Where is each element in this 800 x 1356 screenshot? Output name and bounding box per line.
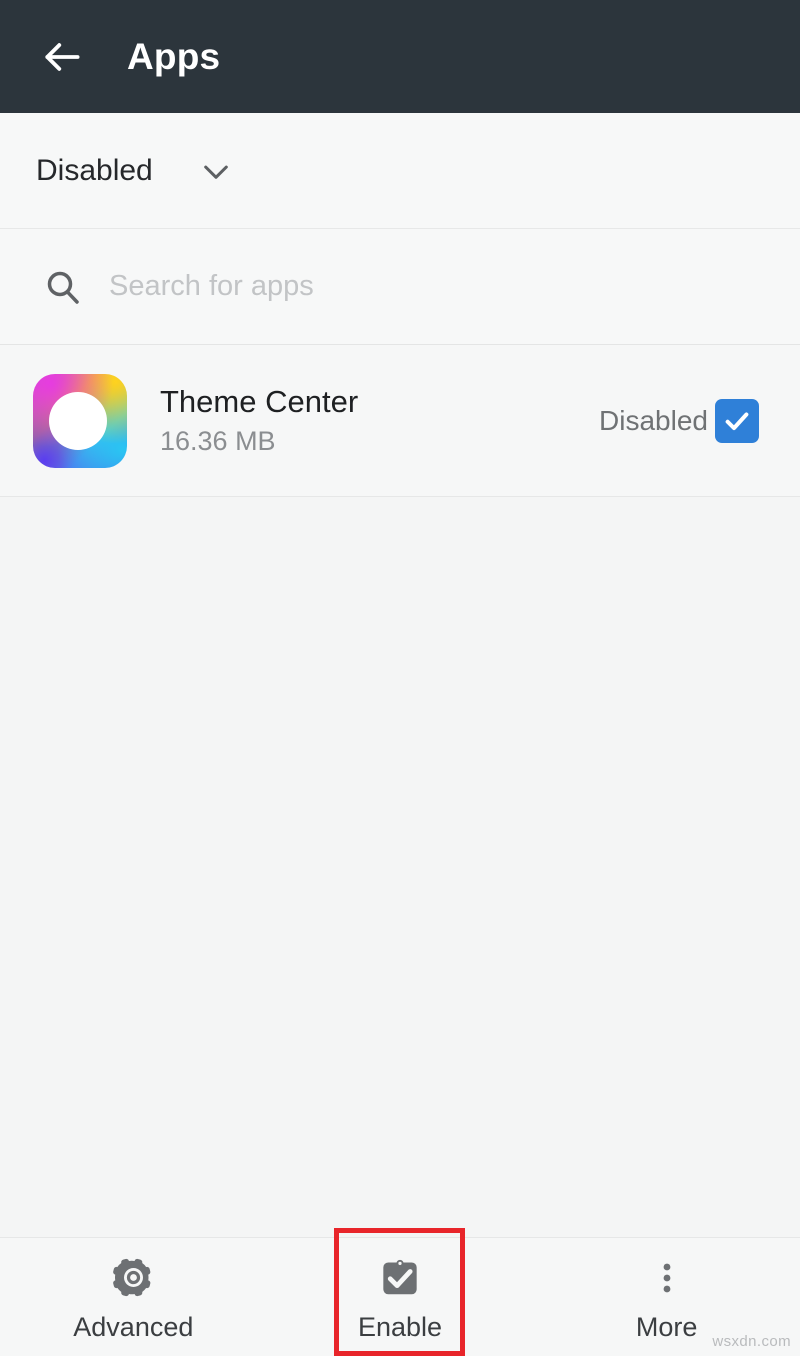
advanced-button[interactable]: Advanced <box>0 1238 267 1356</box>
apps-settings-screen: Apps Disabled Theme Center 16.36 MB <box>0 0 800 1356</box>
overflow-menu-icon <box>647 1254 687 1302</box>
theme-center-app-icon <box>33 373 127 468</box>
filter-dropdown[interactable]: Disabled <box>0 113 800 229</box>
enable-button[interactable]: Enable <box>267 1238 534 1356</box>
list-item[interactable]: Theme Center 16.36 MB Disabled <box>0 345 800 497</box>
app-status-label: Disabled <box>599 404 708 436</box>
page-title: Apps <box>127 36 221 77</box>
app-list: Theme Center 16.36 MB Disabled <box>0 345 800 497</box>
search-input[interactable] <box>109 266 800 307</box>
app-select-checkbox[interactable] <box>715 398 759 443</box>
arrow-left-icon <box>40 35 84 79</box>
enable-button-label: Enable <box>357 1311 443 1342</box>
app-icon-inner-circle <box>49 391 107 450</box>
chevron-down-icon <box>197 152 235 190</box>
back-button[interactable] <box>30 25 94 89</box>
clipboard-check-icon <box>377 1254 423 1302</box>
filter-dropdown-label: Disabled <box>36 153 153 187</box>
advanced-button-label: Advanced <box>73 1311 194 1342</box>
search-bar[interactable] <box>0 229 800 345</box>
watermark: wsxdn.com <box>712 1333 791 1350</box>
more-button-label: More <box>635 1311 698 1342</box>
empty-list-area <box>0 497 800 1237</box>
app-name: Theme Center <box>160 384 359 420</box>
app-size: 16.36 MB <box>160 425 276 456</box>
gear-icon <box>112 1254 155 1302</box>
search-icon <box>42 266 84 308</box>
app-bar: Apps <box>0 0 800 113</box>
app-info: Theme Center 16.36 MB <box>160 384 599 456</box>
bottom-action-bar: Advanced Enable More <box>0 1237 800 1356</box>
